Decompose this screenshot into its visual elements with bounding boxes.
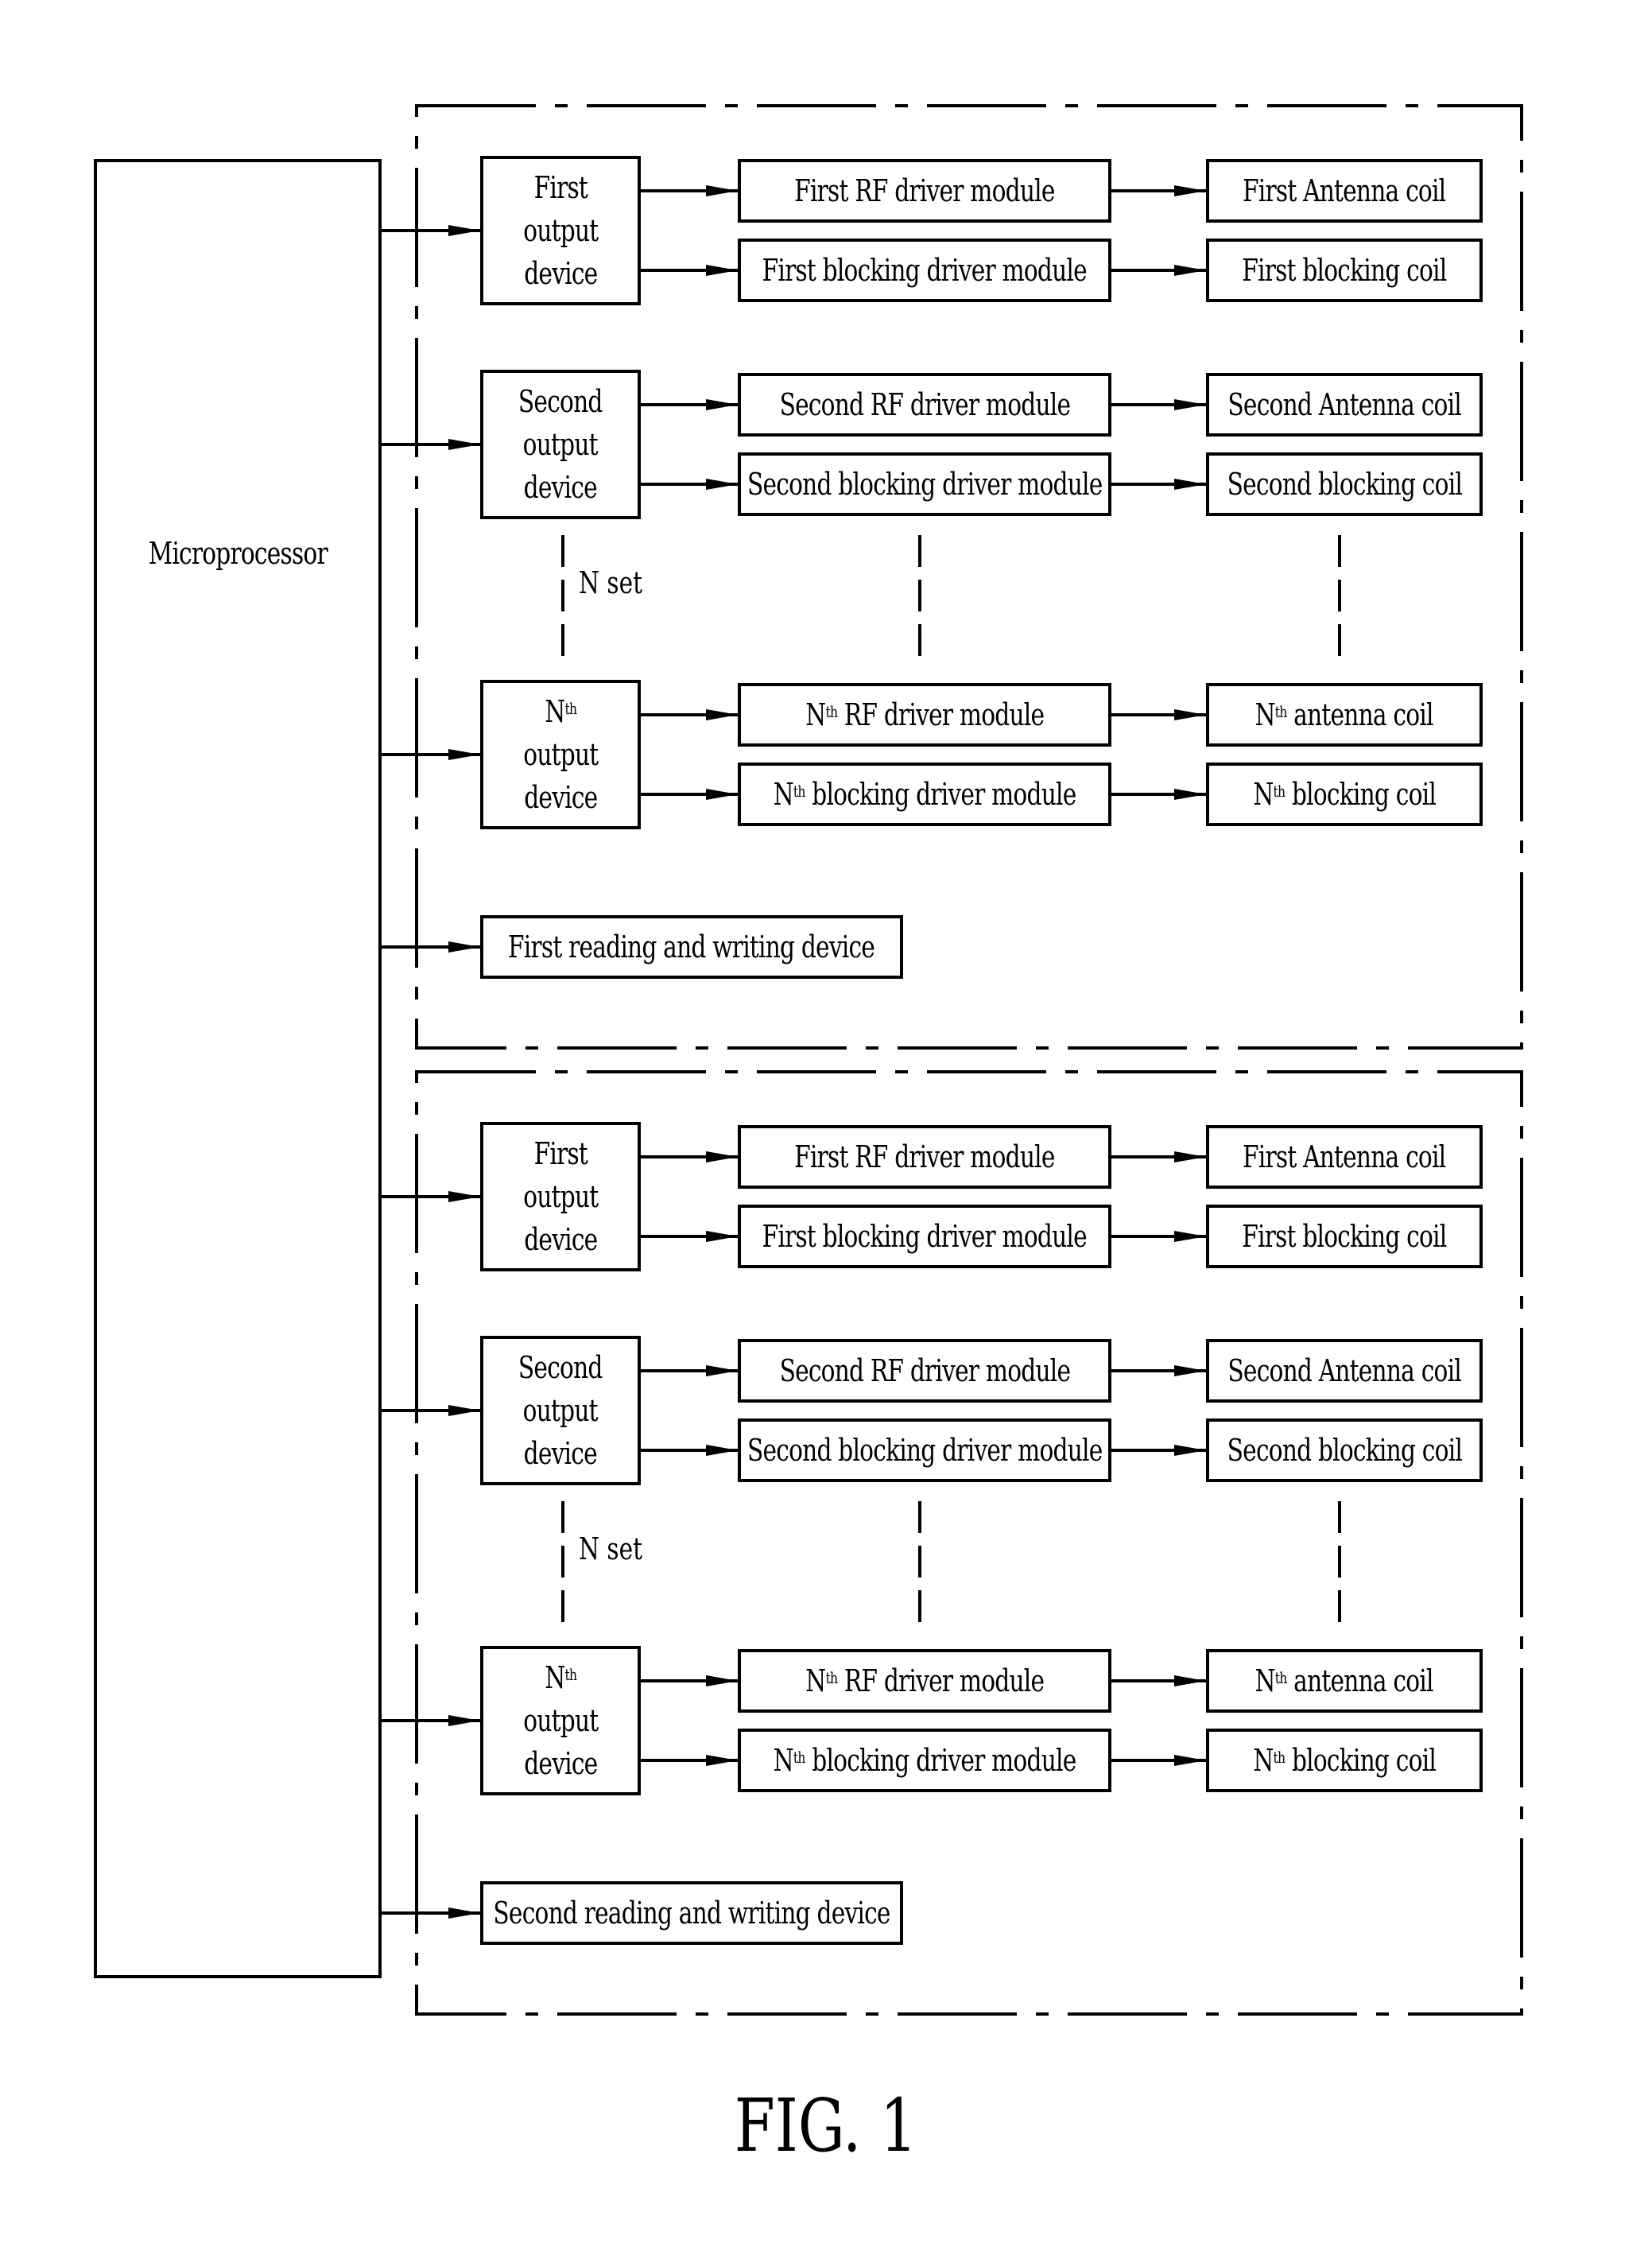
reading-writing-device-label: Second reading and writing device bbox=[493, 1896, 890, 1931]
superscript-th: th bbox=[1273, 1748, 1286, 1767]
output-device-text: N bbox=[545, 694, 565, 729]
output-device-text: N bbox=[545, 1660, 565, 1695]
blocking-coil-box: Nth blocking coil bbox=[1206, 763, 1483, 826]
blocking-driver-module-box: Nth blocking driver module bbox=[738, 763, 1111, 826]
superscript-th: th bbox=[825, 1668, 838, 1687]
output-device-text: device bbox=[523, 256, 598, 291]
superscript-th: th bbox=[564, 1665, 577, 1684]
microprocessor-box: Microprocessor bbox=[94, 159, 382, 1978]
antenna-coil-label: antenna coil bbox=[1293, 1663, 1434, 1698]
blocking-driver-module-label: Second blocking driver module bbox=[747, 1433, 1103, 1468]
output-device-text: device bbox=[523, 1746, 598, 1781]
microprocessor-label: Microprocessor bbox=[148, 536, 328, 571]
output-device-text: First bbox=[533, 170, 588, 205]
rf-driver-module-label: First RF driver module bbox=[794, 173, 1055, 208]
rf-driver-module-box: Nth RF driver module bbox=[738, 683, 1111, 747]
figure-label: FIG. 1 bbox=[735, 2083, 917, 2168]
output-device-text: output bbox=[522, 737, 599, 772]
output-device-box: Second output device bbox=[480, 1336, 641, 1485]
output-device-label: Nth output device bbox=[522, 690, 599, 819]
superscript-th: th bbox=[825, 702, 838, 721]
output-device-label: First output device bbox=[522, 166, 599, 295]
blocking-coil-label: Second blocking coil bbox=[1227, 467, 1462, 502]
reading-writing-device-box: Second reading and writing device bbox=[480, 1881, 903, 1945]
n-set-text: N set bbox=[579, 565, 643, 600]
output-device-box: Second output device bbox=[480, 370, 641, 519]
reading-writing-device-box: First reading and writing device bbox=[480, 915, 903, 979]
output-device-text: Second bbox=[518, 1350, 603, 1385]
rf-driver-module-label: Second RF driver module bbox=[779, 387, 1070, 422]
reading-writing-device-label: First reading and writing device bbox=[508, 929, 875, 964]
rf-driver-module-label: Second RF driver module bbox=[779, 1353, 1070, 1388]
blocking-driver-module-label: blocking driver module bbox=[812, 1743, 1076, 1778]
blocking-driver-module-box: Second blocking driver module bbox=[738, 452, 1111, 516]
blocking-coil-box: Second blocking coil bbox=[1206, 452, 1483, 516]
output-device-box: Nth output device bbox=[480, 1646, 641, 1795]
blocking-driver-module-box: Second blocking driver module bbox=[738, 1418, 1111, 1482]
output-device-box: First output device bbox=[480, 1122, 641, 1271]
blocking-driver-module-box: First blocking driver module bbox=[738, 239, 1111, 302]
antenna-coil-box: Nth antenna coil bbox=[1206, 683, 1483, 747]
rf-driver-module-box: Nth RF driver module bbox=[738, 1649, 1111, 1713]
output-device-text: output bbox=[522, 1703, 599, 1738]
superscript-th: th bbox=[793, 782, 806, 801]
antenna-coil-label: Second Antenna coil bbox=[1227, 387, 1461, 422]
blocking-coil-label: blocking coil bbox=[1291, 777, 1437, 812]
output-device-label: Second output device bbox=[518, 1346, 603, 1475]
output-device-text: device bbox=[523, 1436, 598, 1471]
output-device-text: output bbox=[522, 213, 599, 248]
superscript-th: th bbox=[1275, 1668, 1288, 1687]
output-device-text: device bbox=[523, 1222, 598, 1257]
blocking-driver-module-label: First blocking driver module bbox=[762, 253, 1088, 288]
superscript-th: th bbox=[564, 699, 577, 718]
blocking-coil-label: First blocking coil bbox=[1242, 253, 1447, 288]
blocking-driver-module-label: First blocking driver module bbox=[762, 1219, 1088, 1254]
antenna-coil-label: First Antenna coil bbox=[1243, 1139, 1446, 1174]
antenna-coil-box: First Antenna coil bbox=[1206, 159, 1483, 223]
output-device-text: First bbox=[533, 1136, 588, 1171]
antenna-coil-box: First Antenna coil bbox=[1206, 1125, 1483, 1189]
output-device-text: device bbox=[523, 780, 598, 815]
n-set-label: N set bbox=[579, 1531, 661, 1566]
output-device-label: Second output device bbox=[518, 380, 603, 509]
antenna-coil-box: Second Antenna coil bbox=[1206, 373, 1483, 437]
antenna-coil-box: Nth antenna coil bbox=[1206, 1649, 1483, 1713]
output-device-text: device bbox=[523, 470, 598, 505]
rf-driver-module-box: First RF driver module bbox=[738, 1125, 1111, 1189]
blocking-coil-box: Nth blocking coil bbox=[1206, 1729, 1483, 1792]
blocking-driver-module-box: First blocking driver module bbox=[738, 1205, 1111, 1268]
output-device-box: Nth output device bbox=[480, 680, 641, 829]
blocking-driver-module-label: Second blocking driver module bbox=[747, 467, 1103, 502]
superscript-th: th bbox=[1275, 702, 1288, 721]
antenna-coil-box: Second Antenna coil bbox=[1206, 1339, 1483, 1403]
output-device-text: output bbox=[522, 1393, 599, 1428]
antenna-coil-label: antenna coil bbox=[1293, 697, 1434, 732]
output-device-label: Nth output device bbox=[522, 1656, 599, 1785]
rf-driver-module-label: RF driver module bbox=[843, 1663, 1045, 1698]
antenna-coil-label: First Antenna coil bbox=[1243, 173, 1446, 208]
blocking-coil-label: First blocking coil bbox=[1242, 1219, 1447, 1254]
antenna-coil-label: Second Antenna coil bbox=[1227, 1353, 1461, 1388]
rf-driver-module-label: First RF driver module bbox=[794, 1139, 1055, 1174]
rf-driver-module-box: Second RF driver module bbox=[738, 1339, 1111, 1403]
rf-driver-module-box: Second RF driver module bbox=[738, 373, 1111, 437]
blocking-coil-box: First blocking coil bbox=[1206, 239, 1483, 302]
rf-driver-module-label: RF driver module bbox=[843, 697, 1045, 732]
rf-driver-module-box: First RF driver module bbox=[738, 159, 1111, 223]
superscript-th: th bbox=[793, 1748, 806, 1767]
output-device-text: output bbox=[522, 1179, 599, 1214]
output-device-label: First output device bbox=[522, 1132, 599, 1261]
output-device-text: output bbox=[522, 427, 599, 462]
n-set-text: N set bbox=[579, 1531, 643, 1566]
blocking-coil-box: First blocking coil bbox=[1206, 1205, 1483, 1268]
blocking-coil-label: Second blocking coil bbox=[1227, 1433, 1462, 1468]
blocking-coil-label: blocking coil bbox=[1291, 1743, 1437, 1778]
superscript-th: th bbox=[1273, 782, 1286, 801]
output-device-text: Second bbox=[518, 384, 603, 419]
blocking-coil-box: Second blocking coil bbox=[1206, 1418, 1483, 1482]
blocking-driver-module-label: blocking driver module bbox=[812, 777, 1076, 812]
output-device-box: First output device bbox=[480, 156, 641, 305]
n-set-label: N set bbox=[579, 565, 661, 600]
blocking-driver-module-box: Nth blocking driver module bbox=[738, 1729, 1111, 1792]
